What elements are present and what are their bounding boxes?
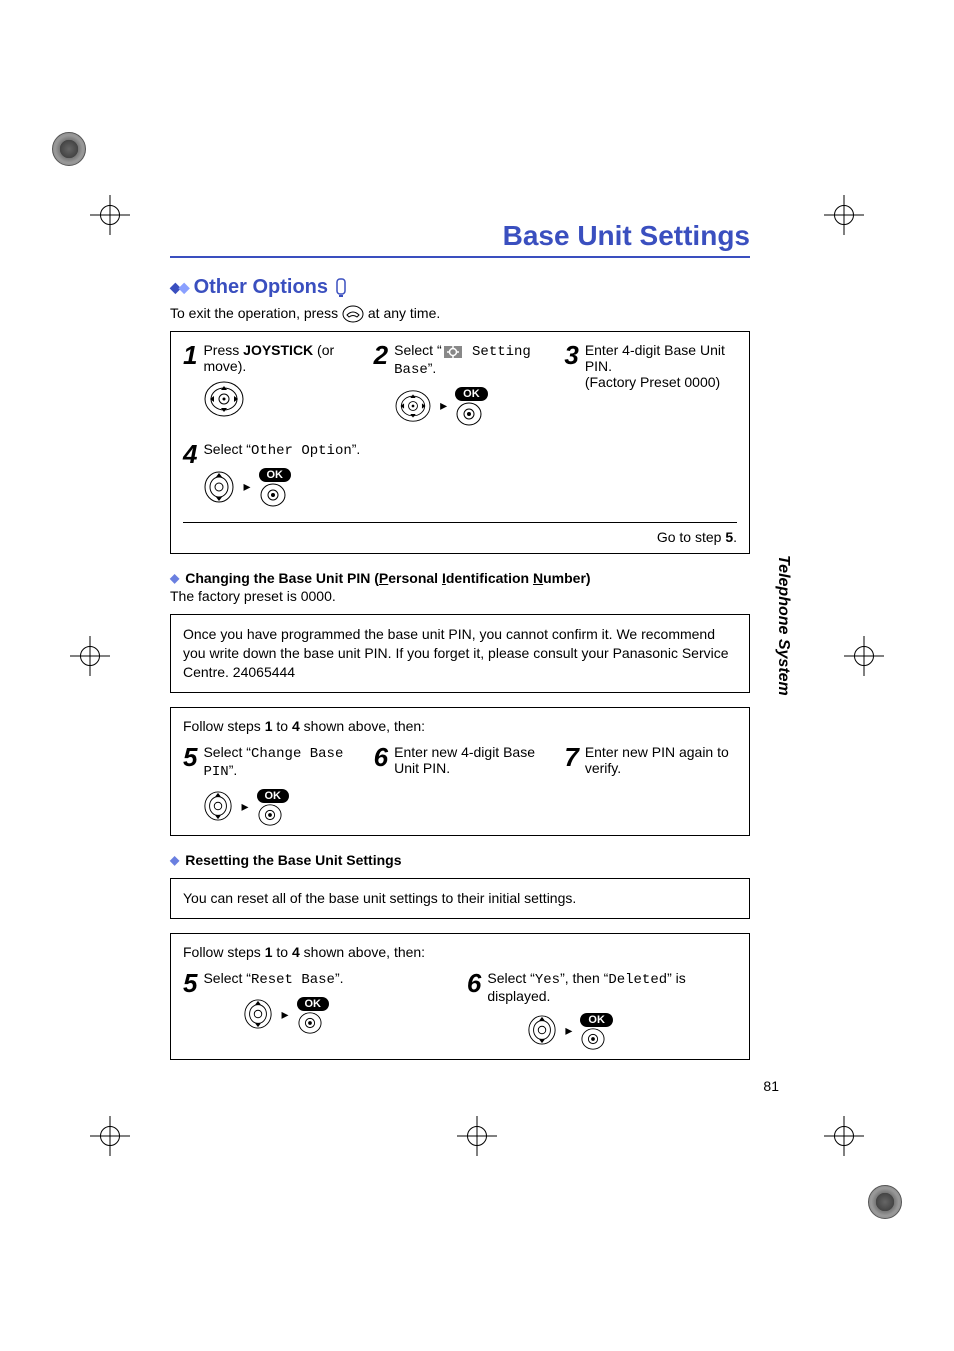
joystick-updown-icon <box>203 470 235 504</box>
corner-dot-icon <box>868 1185 902 1219</box>
resetting-heading: ◆ Resetting the Base Unit Settings <box>170 852 750 868</box>
diamond-icon: ◆◆ <box>170 279 188 296</box>
step-7-verify: 7 Enter new PIN again to verify. <box>564 744 737 827</box>
step-4: 4 Select “Other Option”. ▸ OK <box>183 441 515 508</box>
arrow-right-icon: ▸ <box>440 397 447 414</box>
step-5-resetbase: 5 Select “Reset Base”. ▸ OK <box>183 970 449 1051</box>
cross-mark-icon <box>90 195 130 235</box>
corner-dot-icon <box>52 132 86 166</box>
ok-badge: OK <box>259 468 292 482</box>
joystick-updown-icon <box>527 1014 557 1046</box>
hangup-icon <box>342 305 364 323</box>
preset-line: The factory preset is 0000. <box>170 588 750 604</box>
center-button-icon <box>580 1027 613 1051</box>
diamond-icon: ◆ <box>170 571 179 585</box>
page-number: 81 <box>763 1078 779 1094</box>
follow-steps-line: Follow steps 1 to 4 shown above, then: <box>183 944 737 960</box>
arrow-right-icon: ▸ <box>565 1022 572 1039</box>
cross-mark-icon <box>70 636 110 676</box>
cross-mark-icon <box>457 1116 497 1156</box>
joystick-4way-icon <box>203 380 245 418</box>
gear-icon <box>444 346 462 358</box>
joystick-updown-icon <box>243 998 273 1030</box>
joystick-updown-icon <box>203 790 233 822</box>
section-header: ◆◆ Other Options <box>170 276 750 299</box>
changing-pin-heading: ◆ Changing the Base Unit PIN (Personal I… <box>170 570 750 586</box>
reset-info-box: You can reset all of the base unit setti… <box>170 878 750 919</box>
page-title: Base Unit Settings <box>170 220 750 258</box>
center-button-icon <box>259 482 292 508</box>
goto-step-5: Go to step 5. <box>183 522 737 545</box>
arrow-right-icon: ▸ <box>281 1006 288 1023</box>
main-steps-box: 1 Press JOYSTICK (or move). 2 Select “ S… <box>170 331 750 554</box>
arrow-right-icon: ▸ <box>243 478 250 495</box>
diamond-icon: ◆ <box>170 853 179 867</box>
handset-icon <box>334 278 348 298</box>
step-1: 1 Press JOYSTICK (or move). <box>183 342 356 427</box>
changing-pin-steps-box: Follow steps 1 to 4 shown above, then: 5… <box>170 707 750 836</box>
center-button-icon <box>257 803 290 827</box>
ok-badge: OK <box>297 997 330 1011</box>
step-5-changepin: 5 Select “Change Base PIN”. ▸ OK <box>183 744 356 827</box>
step-6-enternewpin: 6 Enter new 4-digit Base Unit PIN. <box>374 744 547 827</box>
center-button-icon <box>297 1011 330 1035</box>
ok-badge: OK <box>580 1013 613 1027</box>
exit-instruction: To exit the operation, press at any time… <box>170 305 750 323</box>
resetting-steps-box: Follow steps 1 to 4 shown above, then: 5… <box>170 933 750 1060</box>
step-2: 2 Select “ Setting Base”. ▸ OK <box>374 342 547 427</box>
step-3: 3 Enter 4-digit Base Unit PIN. (Factory … <box>564 342 737 427</box>
step-6-selectyes: 6 Select “Yes”, then “Deleted” is displa… <box>467 970 737 1051</box>
center-button-icon <box>455 401 488 427</box>
cross-mark-icon <box>844 636 884 676</box>
cross-mark-icon <box>824 1116 864 1156</box>
ok-badge: OK <box>257 789 290 803</box>
side-tab: Telephone System <box>774 555 792 696</box>
arrow-right-icon: ▸ <box>241 798 248 815</box>
section-title: Other Options <box>194 276 328 299</box>
cross-mark-icon <box>824 195 864 235</box>
follow-steps-line: Follow steps 1 to 4 shown above, then: <box>183 718 737 734</box>
cross-mark-icon <box>90 1116 130 1156</box>
pin-warning-box: Once you have programmed the base unit P… <box>170 614 750 693</box>
joystick-4way-icon <box>394 389 432 423</box>
ok-badge: OK <box>455 387 488 401</box>
